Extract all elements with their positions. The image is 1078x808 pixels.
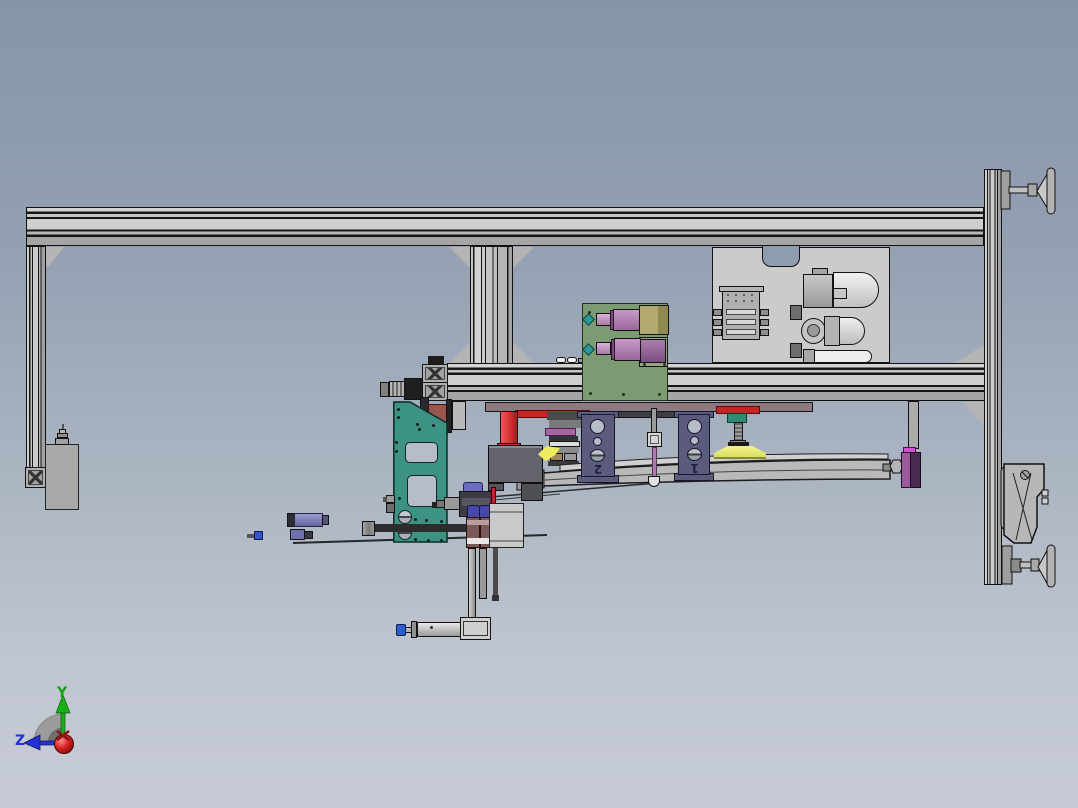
cad-viewport[interactable]: 2 1 Y Z (0, 0, 1078, 808)
bottom-bracket-tab (1041, 489, 1049, 497)
bottom-knob-stem (1019, 561, 1033, 569)
bottom-bracket-tab (1041, 497, 1049, 505)
overlay-svg: Y Z (15, 167, 1056, 754)
bottom-knob-disc (1046, 544, 1056, 588)
top-knob-hex (1027, 183, 1038, 197)
y-axis-label: Y (56, 685, 68, 701)
top-knob-stem (1008, 186, 1031, 194)
z-axis-label: Z (15, 733, 25, 749)
bottom-knob-hex (1030, 558, 1040, 572)
z-axis-arrowhead (23, 734, 41, 751)
top-knob-disc (1046, 167, 1056, 215)
